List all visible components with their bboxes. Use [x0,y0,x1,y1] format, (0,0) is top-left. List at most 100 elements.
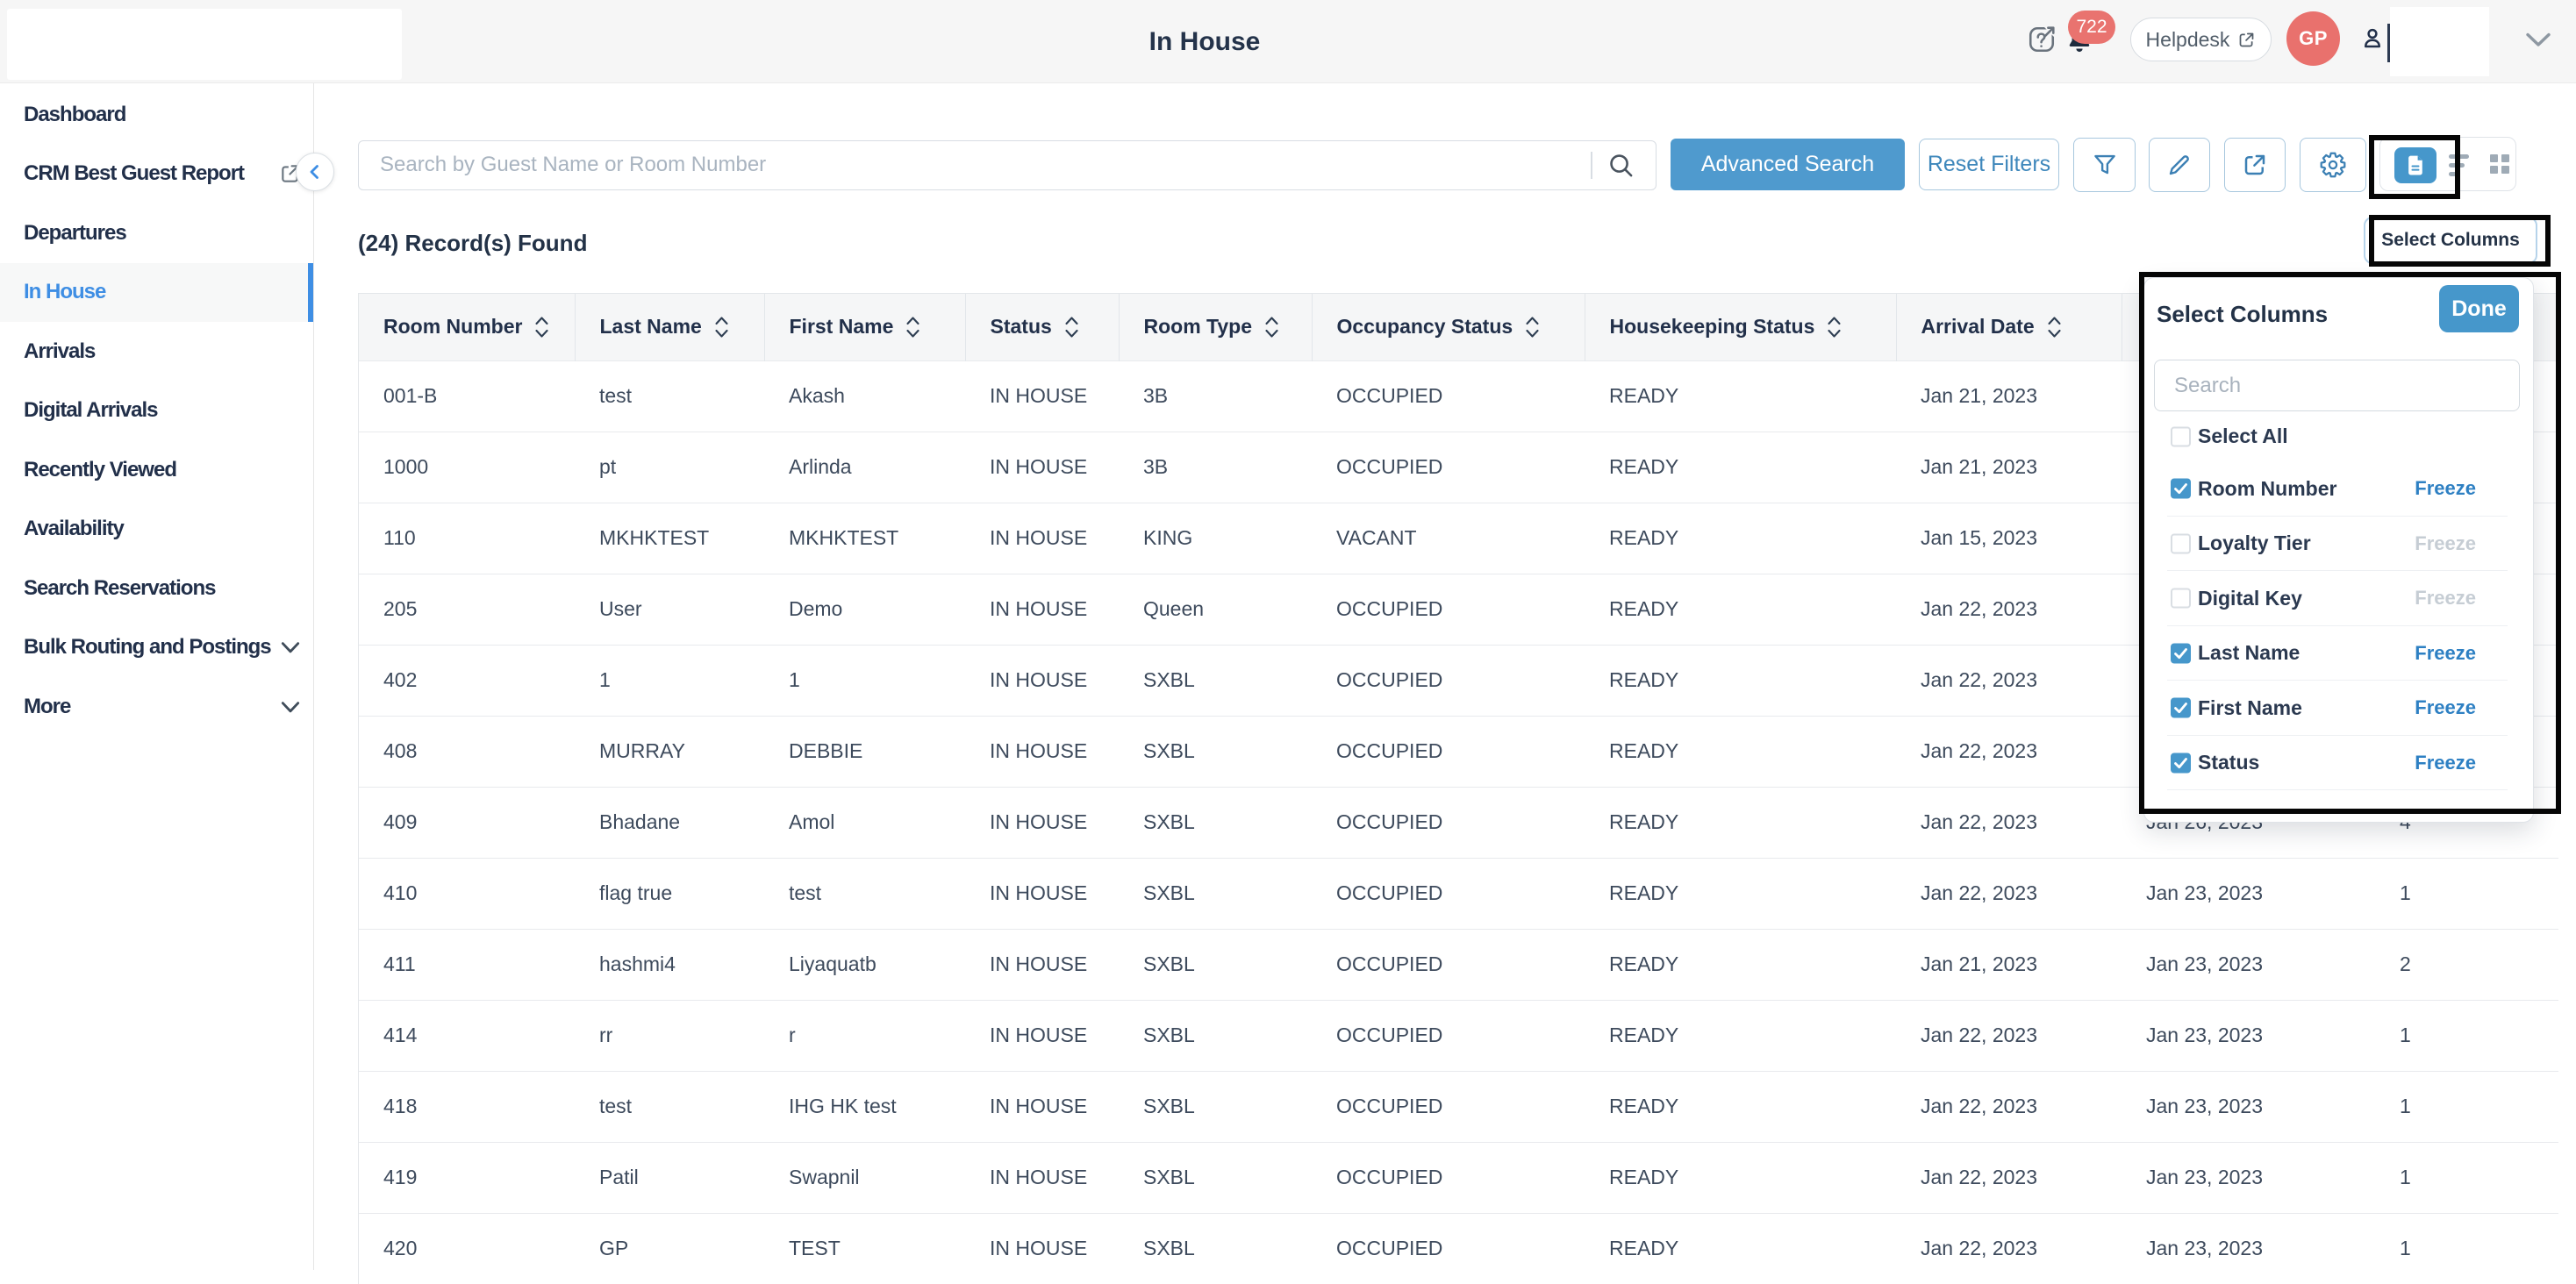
freeze-link[interactable]: Freeze [2415,532,2476,555]
avatar[interactable]: GP [2286,11,2340,66]
column-header[interactable]: Arrival Date [1896,294,2122,360]
freeze-link[interactable]: Freeze [2415,477,2476,500]
cell-status: IN HOUSE [965,432,1119,503]
table-row[interactable]: 420 GP TEST IN HOUSE SXBL OCCUPIED READY… [359,1213,2558,1284]
cell-housekeeping-status: READY [1585,1142,1896,1213]
sidebar: Dashboard CRM Best Guest Report [0,83,314,1270]
cell-occupancy-status: OCCUPIED [1312,1000,1585,1071]
help-icon[interactable] [2027,25,2057,54]
sidebar-item[interactable]: Dashboard [0,85,313,145]
sidebar-item[interactable]: Digital Arrivals [0,382,313,441]
sidebar-item[interactable]: In House [0,263,313,323]
table-row[interactable]: 411 hashmi4 Liyaquatb IN HOUSE SXBL OCCU… [359,929,2558,1000]
sidebar-item[interactable]: Availability [0,500,313,560]
table-row[interactable]: 418 test IHG HK test IN HOUSE SXBL OCCUP… [359,1071,2558,1142]
cell-arrival-date: Jan 22, 2023 [1896,858,2122,929]
sidebar-item[interactable]: More [0,677,313,737]
cell-status: IN HOUSE [965,1000,1119,1071]
sort-icon[interactable] [1264,312,1279,342]
sort-icon[interactable] [714,312,729,342]
cell-room-type: SXBL [1119,645,1312,716]
table-row[interactable]: 410 flag true test IN HOUSE SXBL OCCUPIE… [359,858,2558,929]
cell-occupancy-status: OCCUPIED [1312,1213,1585,1284]
checkbox[interactable] [2171,479,2191,499]
funnel-icon [2092,152,2118,178]
pencil-icon [2166,152,2193,178]
person-icon[interactable] [2359,25,2386,53]
column-header[interactable]: First Name [764,294,965,360]
edit-button[interactable] [2149,138,2210,192]
cell-occupancy-status: OCCUPIED [1312,787,1585,858]
cell-room-number: 001-B [359,360,575,432]
cell-first-name: IHG HK test [764,1071,965,1142]
advanced-search-button[interactable]: Advanced Search [1671,139,1905,190]
checkbox[interactable] [2171,588,2191,609]
sort-icon[interactable] [1827,312,1842,342]
cell-status: IN HOUSE [965,858,1119,929]
cell-housekeeping-status: READY [1585,432,1896,503]
reset-filters-button[interactable]: Reset Filters [1919,139,2059,190]
sidebar-item-label: Availability [24,517,124,541]
cell-arrival-date: Jan 21, 2023 [1896,929,2122,1000]
checkbox[interactable] [2171,753,2191,773]
done-button[interactable]: Done [2439,285,2519,332]
checkbox[interactable] [2171,533,2191,553]
cell-arrival-date: Jan 22, 2023 [1896,574,2122,645]
freeze-link[interactable]: Freeze [2415,696,2476,719]
column-option-label: Last Name [2198,641,2300,665]
export-button[interactable] [2224,138,2286,192]
cell-housekeeping-status: READY [1585,645,1896,716]
divider [1591,152,1592,179]
helpdesk-button[interactable]: Helpdesk [2130,18,2272,61]
chevron-down-icon[interactable] [2525,32,2551,48]
column-header[interactable]: Room Number [359,294,575,360]
table-row[interactable]: 419 Patil Swapnil IN HOUSE SXBL OCCUPIED… [359,1142,2558,1213]
cell-room-type: 3B [1119,360,1312,432]
sidebar-item[interactable]: Bulk Routing and Postings [0,618,313,678]
sidebar-item-label: Bulk Routing and Postings [24,635,271,660]
cell-room-type: SXBL [1119,1000,1312,1071]
view-mode-document-active[interactable] [2394,147,2436,183]
settings-button[interactable] [2300,138,2366,192]
column-header[interactable]: Room Type [1119,294,1312,360]
table-row[interactable]: 414 rr r IN HOUSE SXBL OCCUPIED READY Ja… [359,1000,2558,1071]
sort-icon[interactable] [905,312,920,342]
checkbox[interactable] [2171,698,2191,718]
page-title: In House [1091,0,1319,83]
cell-last-name: Patil [575,1142,764,1213]
view-mode-grid[interactable] [2490,154,2509,174]
sidebar-collapse-button[interactable] [296,153,334,191]
cell-nights: 1 [2361,1142,2558,1213]
freeze-link[interactable]: Freeze [2415,587,2476,610]
panel-search-input[interactable] [2154,360,2520,411]
redacted-area [2390,7,2489,76]
sidebar-item[interactable]: Arrivals [0,322,313,382]
sort-icon[interactable] [1064,312,1079,342]
sort-icon[interactable] [2047,312,2062,342]
topbar: In House 722 Helpdesk GP [0,0,2576,83]
search-input[interactable] [359,141,1583,189]
sidebar-item[interactable]: CRM Best Guest Report [0,145,313,204]
checkbox[interactable] [2171,426,2191,446]
cell-room-number: 110 [359,503,575,574]
cell-departure-date: Jan 23, 2023 [2122,929,2361,1000]
column-header[interactable]: Last Name [575,294,764,360]
sort-icon[interactable] [534,312,549,342]
view-mode-list[interactable] [2449,154,2469,176]
sidebar-item[interactable]: Departures [0,203,313,263]
cell-room-number: 414 [359,1000,575,1071]
column-header[interactable]: Occupancy Status [1312,294,1585,360]
filter-button[interactable] [2073,138,2136,192]
sidebar-item[interactable]: Recently Viewed [0,440,313,500]
cell-last-name: test [575,360,764,432]
sort-icon[interactable] [1525,312,1540,342]
freeze-link[interactable]: Freeze [2415,752,2476,774]
notification-count-badge[interactable]: 722 [2068,11,2115,44]
cell-arrival-date: Jan 22, 2023 [1896,1213,2122,1284]
column-header[interactable]: Status [965,294,1119,360]
checkbox[interactable] [2171,643,2191,663]
sidebar-item[interactable]: Search Reservations [0,559,313,618]
freeze-link[interactable]: Freeze [2415,642,2476,665]
column-header[interactable]: Housekeeping Status [1585,294,1896,360]
search-icon[interactable] [1607,152,1635,179]
